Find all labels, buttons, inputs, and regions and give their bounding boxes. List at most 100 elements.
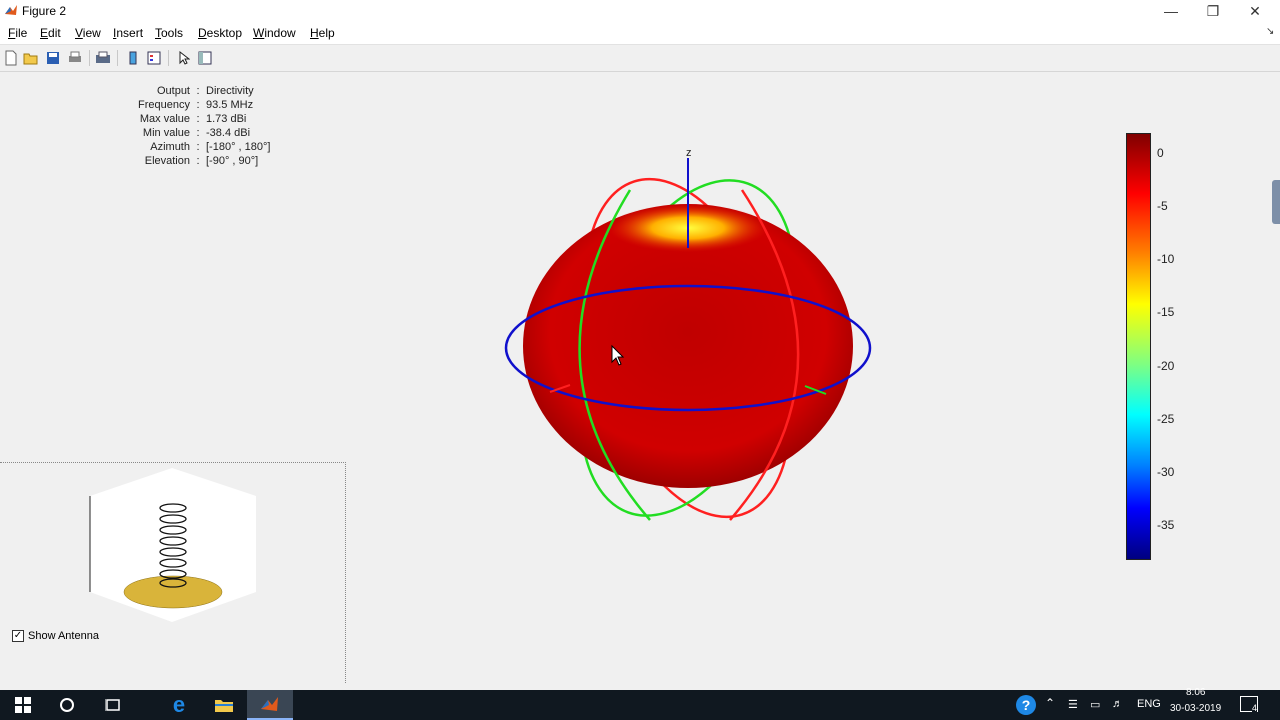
show-hidden-icons-chevron-icon[interactable]: ⌃ (1045, 696, 1055, 710)
cortana-circle-icon (60, 698, 74, 712)
edge-taskbar-button[interactable]: e (156, 690, 202, 720)
edit-plot-button[interactable] (175, 49, 193, 67)
menu-help[interactable]: Help (310, 26, 335, 40)
menu-file[interactable]: File (8, 26, 27, 40)
info-row-min: Min value: -38.4 dBi (120, 126, 270, 140)
colorbar-tick: -35 (1157, 518, 1175, 532)
menu-view[interactable]: View (75, 26, 101, 40)
info-colon: : (196, 127, 200, 139)
info-colon: : (196, 99, 200, 111)
clock-date[interactable]: 30-03-2019 (1170, 703, 1221, 714)
show-antenna-checkbox[interactable]: ✓ (12, 630, 24, 642)
help-icon[interactable]: ? (1016, 695, 1036, 715)
toolbar-separator (117, 50, 118, 66)
info-label: Output (156, 85, 190, 97)
menu-insert[interactable]: Insert (113, 26, 143, 40)
colorbar-tick: -15 (1157, 305, 1175, 319)
save-icon (47, 52, 59, 64)
print-button[interactable] (66, 49, 84, 67)
helix-antenna-preview (89, 468, 256, 622)
notification-count-badge: 4 (1252, 703, 1258, 713)
new-figure-button[interactable] (2, 49, 20, 67)
dock-arrow-icon[interactable]: ↘ (1266, 26, 1274, 37)
info-row-output: Output: Directivity (120, 84, 270, 98)
colorbar-button[interactable] (124, 49, 142, 67)
volume-icon[interactable]: ♬ (1112, 698, 1123, 710)
colorbar-tick: -10 (1157, 252, 1175, 266)
cortana-button[interactable] (44, 690, 90, 720)
legend-button[interactable] (145, 49, 163, 67)
side-scroll-handle[interactable] (1272, 180, 1280, 224)
window-title: Figure 2 (22, 4, 67, 18)
menu-tools[interactable]: Tools (155, 26, 183, 40)
info-value: [-180° , 180°] (206, 141, 271, 153)
info-colon: : (196, 141, 200, 153)
pattern-info-panel: Output: Directivity Frequency:93.5 MHz Ma… (120, 84, 270, 168)
task-view-icon (105, 699, 120, 711)
info-label: Frequency (138, 99, 190, 111)
info-label: Azimuth (150, 141, 190, 153)
battery-icon[interactable]: ▭ (1090, 698, 1100, 711)
info-value: Directivity (206, 85, 254, 97)
info-row-frequency: Frequency:93.5 MHz (120, 98, 270, 112)
clock-time[interactable]: 8:06 (1186, 687, 1205, 698)
toolbar-separator (89, 50, 90, 66)
show-antenna-toggle[interactable]: ✓ Show Antenna (12, 630, 99, 642)
colorbar-icon (129, 51, 137, 65)
explorer-taskbar-button[interactable] (201, 690, 247, 720)
new-file-icon (5, 50, 17, 66)
minimize-icon: — (1164, 3, 1178, 19)
matlab-icon (261, 697, 278, 711)
menu-edit[interactable]: Edit (40, 26, 61, 40)
ground-plane-disc (123, 575, 223, 609)
info-value: 1.73 dBi (206, 113, 247, 125)
colorbar-tick: -25 (1157, 412, 1175, 426)
matlab-taskbar-button[interactable] (247, 690, 293, 720)
close-icon: ✕ (1249, 2, 1261, 19)
windows-logo-icon (15, 697, 31, 713)
close-button[interactable]: ✕ (1234, 0, 1276, 22)
restore-icon: ❐ (1206, 2, 1220, 19)
menu-bar: File Edit View Insert Tools Desktop Wind… (0, 22, 1280, 45)
pointer-icon (179, 51, 190, 65)
title-bar: Figure 2 — ❐ ✕ (0, 0, 1280, 22)
wifi-icon[interactable]: ☰ (1068, 698, 1078, 711)
toolbar (0, 45, 1280, 72)
restore-button[interactable]: ❐ (1192, 0, 1234, 22)
z-axis-label: z (686, 147, 692, 159)
colorbar-tick: -20 (1157, 359, 1175, 373)
toolbar-separator (168, 50, 169, 66)
print-preview-button[interactable] (94, 49, 112, 67)
open-button[interactable] (22, 49, 40, 67)
info-row-max: Max value:1.73 dBi (120, 112, 270, 126)
colorbar-tick: 0 (1157, 146, 1164, 160)
edge-browser-icon: e (172, 692, 186, 717)
info-colon: : (196, 113, 200, 125)
task-view-button[interactable] (90, 690, 136, 720)
radiation-pattern-plot[interactable]: z (480, 140, 900, 540)
folder-open-icon (23, 53, 38, 65)
property-editor-button[interactable] (196, 49, 214, 67)
minimize-button[interactable]: — (1150, 0, 1192, 22)
colorbar-tick: -5 (1157, 199, 1168, 213)
info-colon: : (196, 85, 200, 97)
matlab-logo-icon (4, 3, 18, 17)
info-label: Max value (139, 113, 190, 125)
print-preview-icon (96, 51, 110, 63)
show-antenna-label: Show Antenna (28, 630, 99, 642)
property-editor-icon (198, 51, 212, 65)
info-colon: : (196, 155, 200, 167)
menu-desktop[interactable]: Desktop (198, 26, 242, 40)
info-value: 93.5 MHz (206, 99, 254, 111)
info-value: -38.4 dBi (206, 127, 251, 139)
file-explorer-icon (215, 700, 233, 712)
save-button[interactable] (44, 49, 62, 67)
language-indicator[interactable]: ENG (1137, 698, 1161, 710)
colorbar (1126, 133, 1151, 560)
info-label: Min value (142, 127, 190, 139)
start-button[interactable] (0, 690, 46, 720)
colorbar-tick: -30 (1157, 465, 1175, 479)
info-row-azimuth: Azimuth: [-180° , 180°] (120, 140, 270, 154)
info-value: [-90° , 90°] (206, 155, 259, 167)
menu-window[interactable]: Window (253, 26, 296, 40)
